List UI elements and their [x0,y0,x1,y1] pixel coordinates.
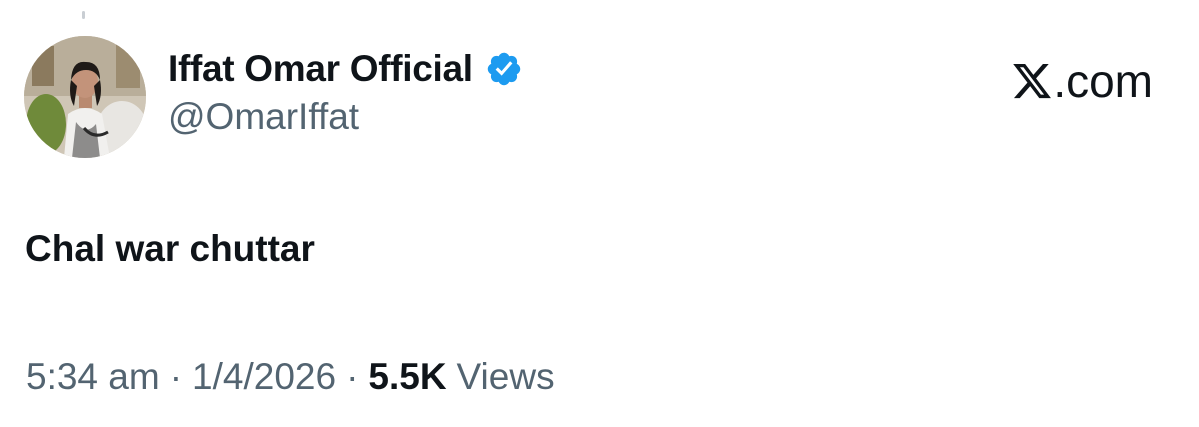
profile-photo-icon [24,36,146,158]
top-marker [82,11,85,19]
tweet-text: Chal war chuttar [25,228,315,269]
tweet-date[interactable]: 1/4/2026 [192,356,336,398]
verified-badge-icon [487,52,520,86]
brand-logo: .com [1011,54,1153,108]
tweet-card: Iffat Omar Official @OmarIffat .com Chal… [0,0,1199,427]
views-count: 5.5K [368,356,447,397]
x-logo-icon [1013,63,1052,99]
avatar[interactable] [24,36,146,158]
meta-separator: · [169,356,183,397]
author-display-name[interactable]: Iffat Omar Official [168,48,473,90]
author-handle[interactable]: @OmarIffat [168,96,359,138]
tweet-time[interactable]: 5:34 am [26,356,160,398]
views-label: Views [456,356,555,397]
tweet-meta: 5:34 am · 1/4/2026 · 5.5K Views [26,356,555,398]
meta-separator: · [346,356,359,397]
brand-domain-text: .com [1053,55,1153,107]
author-name-row: Iffat Omar Official [168,44,523,94]
